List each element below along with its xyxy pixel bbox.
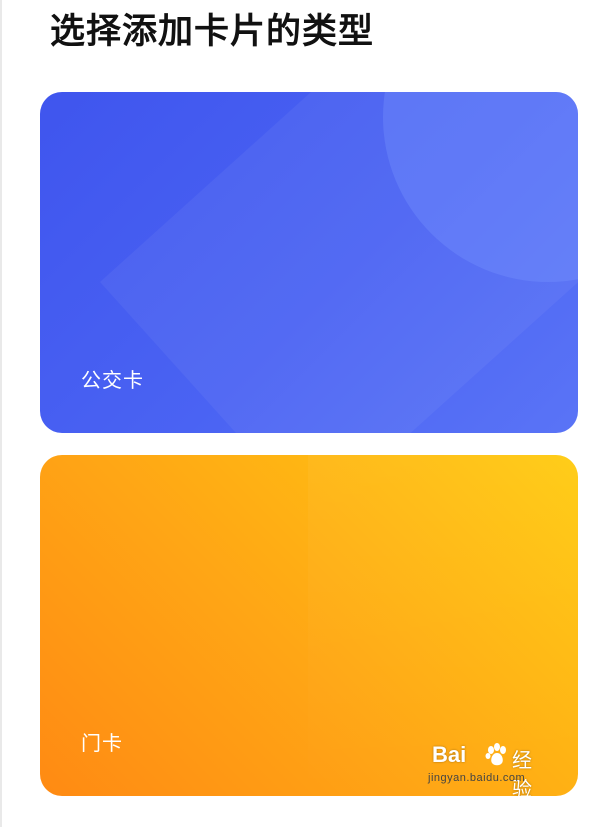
transit-card-label: 公交卡 — [81, 368, 144, 392]
door-card[interactable]: 门卡 Bai 经验 jingyan.baidu.com — [40, 455, 578, 796]
baidu-watermark: Bai 经验 jingyan.baidu.com — [428, 740, 548, 796]
page-title: 选择添加卡片的类型 — [50, 12, 375, 52]
baidu-paw-icon — [484, 742, 510, 768]
left-edge-divider — [0, 0, 2, 827]
card-decoration-circle — [383, 92, 578, 282]
watermark-suffix: 经验 — [512, 748, 532, 796]
watermark-brand: Bai — [432, 742, 467, 767]
transit-card[interactable]: 公交卡 — [40, 92, 578, 433]
door-card-label: 门卡 — [81, 731, 123, 755]
watermark-url: jingyan.baidu.com — [428, 772, 526, 784]
card-decoration-band — [100, 92, 578, 433]
